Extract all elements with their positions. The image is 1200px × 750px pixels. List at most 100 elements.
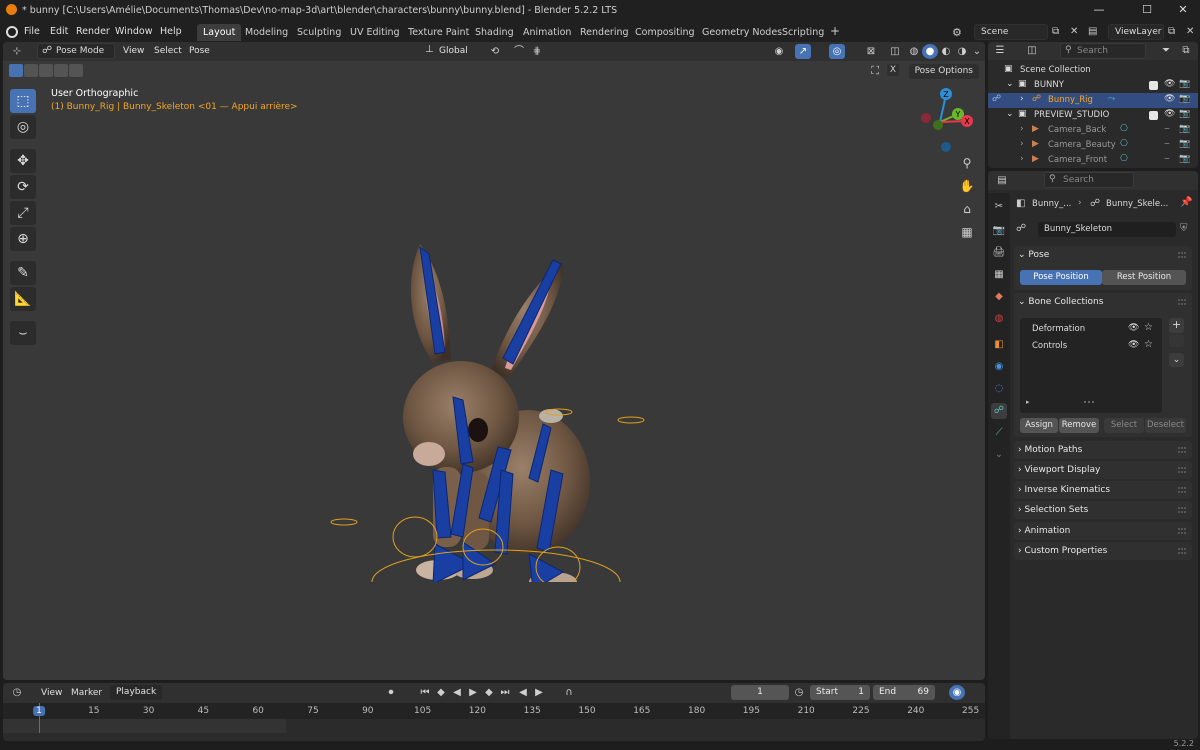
tab-layout[interactable]: Layout <box>197 24 242 41</box>
render-tab-icon[interactable]: 📷 <box>991 223 1007 239</box>
constraint-tab-icon[interactable]: ◌ <box>991 381 1007 397</box>
tab-scripting[interactable]: Scripting <box>776 24 830 41</box>
bone-collections-header[interactable]: ⌄ Bone Collections <box>1014 293 1192 312</box>
outliner-search-input[interactable]: ⚲ Search <box>1060 43 1146 59</box>
control-ellipse-tail[interactable] <box>543 406 575 418</box>
armature-data-tab-icon[interactable]: ☍ <box>991 403 1007 419</box>
list-expand-icon[interactable]: ▸ <box>1026 398 1030 406</box>
outliner-row-scene-collection[interactable]: ▣ Scene Collection <box>988 63 1198 78</box>
prev-marker-icon[interactable]: ◀ <box>515 685 531 700</box>
scale-tool-icon[interactable]: ⤢ <box>10 201 36 225</box>
outliner-row-bunny-rig[interactable]: ☍ › ☍ Bunny_Rig ⤳ 👁 📷 <box>988 93 1198 108</box>
camera-view-icon[interactable]: ⌂ <box>958 200 976 218</box>
pin-icon[interactable]: 📌 <box>1180 197 1192 208</box>
armature-data-icon[interactable]: ☍ <box>1016 223 1026 234</box>
select-subtract-icon[interactable] <box>39 64 53 77</box>
auto-keying-icon[interactable]: ⏺ <box>383 685 399 700</box>
menu-render[interactable]: Render <box>76 26 110 37</box>
panel-grip-icon[interactable] <box>1178 528 1186 534</box>
output-tab-icon[interactable]: 🖨 <box>991 245 1007 261</box>
playback-dropdown[interactable]: Playback <box>110 685 163 700</box>
camera-render-icon[interactable]: 📷 <box>1179 94 1190 104</box>
cursor-tool-icon[interactable]: ◎ <box>10 115 36 139</box>
select-box-tool-icon[interactable]: ⬚ <box>10 89 36 113</box>
editor-type-icon[interactable]: ⊹ <box>9 44 25 59</box>
list-item[interactable]: Controls 👁 ☆ <box>1020 339 1162 354</box>
menu-help[interactable]: Help <box>160 26 182 37</box>
expand-chevron-icon[interactable]: › <box>1020 94 1024 104</box>
play-reverse-icon[interactable]: ◀ <box>449 685 465 700</box>
gizmo-neg-z-ball[interactable] <box>941 142 951 152</box>
armature-data-name-field[interactable]: Bunny_Skeleton <box>1038 222 1176 237</box>
camera-render-icon[interactable]: 📷 <box>1179 109 1190 119</box>
eye-closed-icon[interactable]: ⌣ <box>1164 154 1170 164</box>
world-tab-icon[interactable]: ◍ <box>991 311 1007 327</box>
viewport-display-panel[interactable]: › Viewport Display <box>1014 461 1192 479</box>
eye-icon[interactable]: 👁 <box>1164 79 1175 89</box>
start-frame-field[interactable]: Start 1 <box>810 685 870 700</box>
pivot-point-icon[interactable]: ⟲ <box>487 44 503 59</box>
selection-sets-panel[interactable]: › Selection Sets <box>1014 501 1192 519</box>
properties-editor[interactable]: ▤ ⚲ Search ✂ 📷 🖨 ▦ ◆ ◍ ◧ ◉ ◌ ☍ ⟋ ⌄ ◧ Bun… <box>988 171 1198 739</box>
panel-grip-icon[interactable] <box>1178 447 1186 453</box>
delete-view-layer-icon[interactable]: ✕ <box>1186 26 1194 37</box>
star-icon[interactable]: ☆ <box>1144 339 1153 350</box>
annotate-tool-icon[interactable]: ✎ <box>10 261 36 285</box>
tab-sculpting[interactable]: Sculpting <box>291 24 347 41</box>
menu-edit[interactable]: Edit <box>50 26 68 37</box>
expand-chevron-icon[interactable]: ⌄ <box>1006 79 1014 89</box>
blender-menu-icon[interactable] <box>6 26 18 38</box>
timeline-editor-type-icon[interactable]: ◷ <box>9 685 25 700</box>
next-keyframe-icon[interactable]: ◆ <box>481 685 497 700</box>
root-control-circle[interactable] <box>371 549 621 582</box>
tab-texture-paint[interactable]: Texture Paint <box>402 24 475 41</box>
expand-chevron-icon[interactable]: › <box>1020 124 1024 134</box>
filter-icon[interactable]: ⏷ <box>1158 43 1174 58</box>
wireframe-shading-icon[interactable]: ◫ <box>887 44 903 59</box>
timeline-ruler[interactable]: 1 15 30 45 60 75 90 105 120 135 150 165 180 195 210 225… <box>3 703 985 741</box>
prev-keyframe-icon[interactable]: ◆ <box>433 685 449 700</box>
outliner-editor-type-icon[interactable]: ☰ <box>992 43 1008 58</box>
preview-range-icon[interactable]: ◷ <box>791 685 807 700</box>
pose-panel-header[interactable]: ⌄ Pose <box>1014 246 1192 265</box>
view-layer-tab-icon[interactable]: ▦ <box>991 267 1007 283</box>
tab-animation[interactable]: Animation <box>517 24 577 41</box>
transform-tool-icon[interactable]: ⊕ <box>10 227 36 251</box>
rendered-shading-icon[interactable]: ◑ <box>954 44 970 59</box>
outliner-row-preview-studio[interactable]: ⌄ ▣ PREVIEW_STUDIO 👁 📷 <box>988 108 1198 123</box>
menu-pose[interactable]: Pose <box>189 46 210 56</box>
solid-shading-icon[interactable]: ● <box>922 44 938 59</box>
gizmo-neg-x-ball[interactable] <box>921 113 931 123</box>
gizmo-neg-y-ball[interactable] <box>933 120 943 130</box>
timeline-editor[interactable]: ◷ View Marker Playback ⏺ ⏮ ◆ ◀ ▶ ◆ ⏭ ◀ ▶… <box>3 683 985 741</box>
panel-grip-icon[interactable] <box>1178 548 1186 554</box>
bone-collections-list[interactable]: Deformation 👁 ☆ Controls 👁 ☆ ▸ <box>1020 318 1162 413</box>
fake-user-shield-icon[interactable]: ⛨ <box>1180 223 1188 234</box>
orientation-selector[interactable]: Global <box>439 46 468 56</box>
tool-tab-icon[interactable]: ✂ <box>991 199 1007 215</box>
breadcrumb-data[interactable]: Bunny_Skele... <box>1106 199 1168 209</box>
pose-options-dropdown[interactable]: Pose Options <box>908 64 979 79</box>
tab-modeling[interactable]: Modeling <box>239 24 294 41</box>
panel-grip-icon[interactable] <box>1178 252 1186 258</box>
material-shading-icon[interactable]: ◐ <box>938 44 954 59</box>
menu-view[interactable]: View <box>123 46 144 56</box>
end-frame-field[interactable]: End 69 <box>873 685 935 700</box>
current-frame-field[interactable]: 1 <box>731 685 789 700</box>
select-intersect-icon[interactable] <box>69 64 83 77</box>
select-extend-icon[interactable] <box>24 64 38 77</box>
tab-rendering[interactable]: Rendering <box>574 24 635 41</box>
next-marker-icon[interactable]: ▶ <box>531 685 547 700</box>
camera-render-icon[interactable]: 📷 <box>1179 79 1190 89</box>
visibility-icon[interactable]: ◉ <box>771 44 787 59</box>
eye-closed-icon[interactable]: ⌣ <box>1164 139 1170 149</box>
measure-tool-icon[interactable]: 📐 <box>10 287 36 311</box>
animation-panel[interactable]: › Animation <box>1014 522 1192 540</box>
move-tool-icon[interactable]: ✥ <box>10 149 36 173</box>
gizmo-toggle-icon[interactable]: ↗ <box>795 44 811 59</box>
panel-grip-icon[interactable] <box>1178 487 1186 493</box>
motion-paths-panel[interactable]: › Motion Paths <box>1014 441 1192 459</box>
eye-closed-icon[interactable]: ⌣ <box>1164 124 1170 134</box>
panel-grip-icon[interactable] <box>1178 299 1186 305</box>
list-item[interactable]: Deformation 👁 ☆ <box>1020 322 1162 337</box>
